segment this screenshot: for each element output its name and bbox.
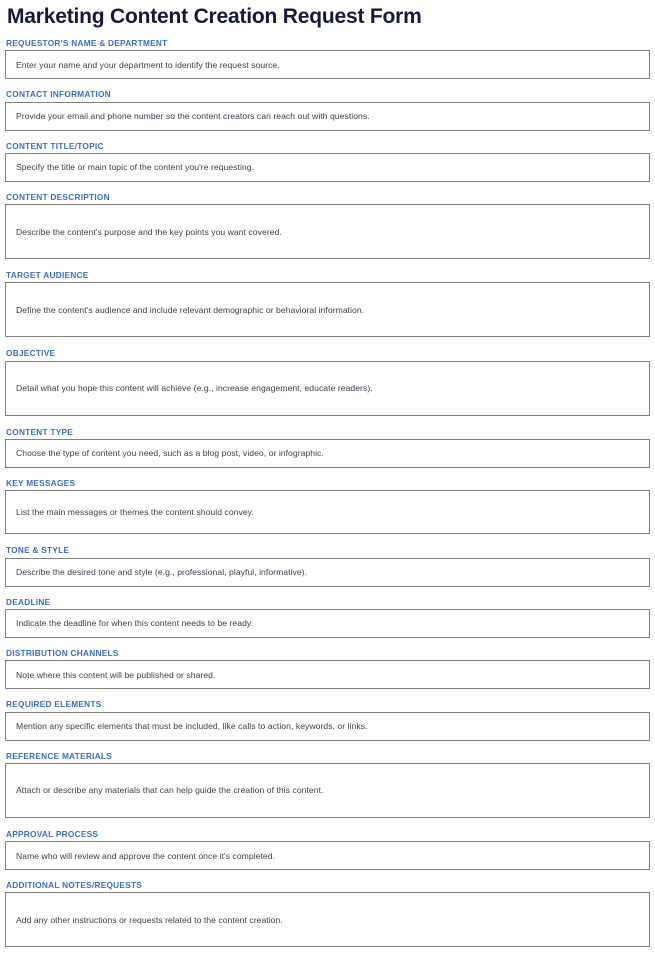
field-label: KEY MESSAGES (6, 478, 76, 489)
field-label: CONTENT TITLE/TOPIC (6, 140, 104, 151)
field-input-box[interactable]: Indicate the deadline for when this cont… (5, 608, 650, 638)
field-input-box[interactable]: Describe the content's purpose and the k… (5, 204, 650, 260)
field-input-box[interactable]: Note where this content will be publishe… (5, 660, 650, 690)
field-spacer (5, 818, 650, 830)
field-hint-text: Add any other instructions or requests r… (16, 914, 283, 925)
form-field: CONTENT TITLE/TOPIC Specify the title or … (5, 140, 650, 182)
field-spacer (5, 337, 650, 349)
field-spacer (5, 587, 650, 598)
field-label: OBJECTIVE (6, 348, 56, 359)
field-label: ADDITIONAL NOTES/REQUESTS (6, 880, 143, 891)
field-input-box[interactable]: Provide your email and phone number so t… (5, 101, 650, 131)
field-input-box[interactable]: Attach or describe any materials that ca… (5, 762, 650, 818)
form-field: REQUIRED ELEMENTS Mention any specific el… (5, 699, 650, 741)
field-hint-text: Mention any specific elements that must … (16, 720, 368, 731)
field-input-box[interactable]: Choose the type of content you need, suc… (5, 439, 650, 469)
field-input-box[interactable]: Specify the title or main topic of the c… (5, 152, 650, 182)
form-field: DEADLINE Indicate the deadline for when t… (5, 596, 650, 638)
field-label: CONTENT TYPE (6, 426, 74, 437)
form-field: DISTRIBUTION CHANNELS Note where this con… (5, 647, 650, 690)
field-hint-text: Provide your email and phone number so t… (16, 110, 370, 121)
field-label: CONTACT INFORMATION (6, 89, 111, 100)
field-hint-text: Enter your name and your department to i… (16, 59, 280, 70)
form-field: ADDITIONAL NOTES/REQUESTS Add any other i… (5, 880, 650, 948)
form-field: REQUESTOR'S NAME & DEPARTMENT Enter your … (5, 38, 650, 80)
field-input-box[interactable]: Add any other instructions or requests r… (5, 892, 650, 948)
field-label: APPROVAL PROCESS (6, 828, 99, 839)
field-input-box[interactable]: Define the content's audience and includ… (5, 282, 650, 338)
field-hint-text: Define the content's audience and includ… (16, 304, 365, 315)
field-input-box[interactable]: Enter your name and your department to i… (5, 50, 650, 80)
field-spacer (5, 468, 650, 479)
field-label: REQUESTOR'S NAME & DEPARTMENT (6, 38, 168, 48)
field-spacer (5, 741, 650, 752)
field-label: REQUIRED ELEMENTS (6, 699, 102, 710)
field-spacer (5, 534, 650, 546)
form-field: REFERENCE MATERIALS Attach or describe an… (5, 750, 650, 818)
field-spacer (5, 259, 650, 271)
field-input-box[interactable]: Mention any specific elements that must … (5, 711, 650, 741)
field-input-box[interactable]: Name who will review and approve the con… (5, 841, 650, 871)
form-fields-list: REQUESTOR'S NAME & DEPARTMENT Enter your … (5, 39, 650, 959)
field-hint-text: Name who will review and approve the con… (16, 850, 276, 861)
field-hint-text: Describe the desired tone and style (e.g… (16, 567, 308, 578)
field-label: REFERENCE MATERIALS (6, 750, 113, 761)
form-field: KEY MESSAGES List the main messages or th… (5, 478, 650, 535)
form-field: TARGET AUDIENCE Define the content's audi… (5, 270, 650, 338)
field-hint-text: Choose the type of content you need, suc… (16, 448, 324, 459)
field-label: DEADLINE (6, 596, 51, 607)
field-spacer (5, 947, 650, 959)
field-input-box[interactable]: Detail what you hope this content will a… (5, 360, 650, 416)
field-label: DISTRIBUTION CHANNELS (6, 647, 119, 658)
form-page: Marketing Content Creation Request Form … (0, 0, 655, 973)
field-hint-text: Specify the title or main topic of the c… (16, 162, 255, 173)
field-hint-text: Note where this content will be publishe… (16, 669, 216, 680)
field-label: TONE & STYLE (6, 545, 70, 556)
field-input-box[interactable]: Describe the desired tone and style (e.g… (5, 557, 650, 587)
field-label: TARGET AUDIENCE (6, 270, 89, 281)
field-spacer (5, 416, 650, 428)
field-hint-text: Attach or describe any materials that ca… (16, 785, 324, 796)
field-spacer (5, 131, 650, 142)
form-field: TONE & STYLE Describe the desired tone an… (5, 545, 650, 587)
form-field: CONTENT TYPE Choose the type of content y… (5, 426, 650, 469)
field-hint-text: Describe the content's purpose and the k… (16, 226, 282, 237)
form-field: CONTENT DESCRIPTION Describe the content'… (5, 191, 650, 260)
form-field: OBJECTIVE Detail what you hope this conte… (5, 348, 650, 416)
form-field: APPROVAL PROCESS Name who will review and… (5, 828, 650, 871)
field-label: CONTENT DESCRIPTION (6, 191, 110, 202)
field-hint-text: Indicate the deadline for when this cont… (16, 618, 254, 629)
form-field: CONTACT INFORMATION Provide your email an… (5, 89, 650, 131)
field-hint-text: Detail what you hope this content will a… (16, 383, 373, 394)
field-input-box[interactable]: List the main messages or themes the con… (5, 490, 650, 535)
field-hint-text: List the main messages or themes the con… (16, 507, 254, 518)
page-title: Marketing Content Creation Request Form (7, 5, 422, 28)
